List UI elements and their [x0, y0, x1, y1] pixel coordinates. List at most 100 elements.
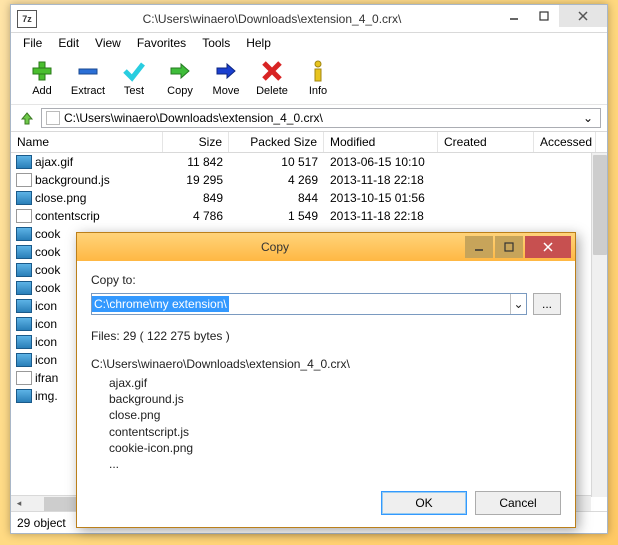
info-button[interactable]: Info	[295, 57, 341, 99]
image-file-icon	[16, 299, 32, 313]
file-name: close.png	[35, 191, 163, 205]
delete-label: Delete	[256, 85, 288, 97]
check-icon	[122, 59, 146, 83]
extract-label: Extract	[71, 85, 105, 97]
list-item: ajax.gif	[109, 375, 561, 391]
scroll-left-icon[interactable]: ◂	[11, 496, 27, 512]
info-label: Info	[309, 85, 327, 97]
file-name: ajax.gif	[35, 155, 163, 169]
file-size: 4 786	[163, 209, 229, 223]
table-row[interactable]: close.png8498442013-10-15 01:56	[11, 189, 607, 207]
file-modified: 2013-10-15 01:56	[324, 191, 438, 205]
menu-help[interactable]: Help	[238, 34, 279, 52]
file-listing: ajax.gifbackground.jsclose.pngcontentscr…	[91, 375, 561, 472]
image-file-icon	[16, 191, 32, 205]
list-item: contentscript.js	[109, 424, 561, 440]
scroll-thumb[interactable]	[593, 155, 607, 255]
maximize-button[interactable]	[529, 5, 559, 27]
image-file-icon	[16, 281, 32, 295]
copy-to-dropdown-icon[interactable]: ⌄	[510, 294, 526, 314]
cancel-button[interactable]: Cancel	[475, 491, 561, 515]
file-packed: 10 517	[229, 155, 324, 169]
image-file-icon	[16, 335, 32, 349]
col-accessed[interactable]: Accessed	[534, 132, 596, 152]
col-name[interactable]: Name	[11, 132, 163, 152]
file-size: 11 842	[163, 155, 229, 169]
col-packed[interactable]: Packed Size	[229, 132, 324, 152]
up-button[interactable]	[17, 108, 37, 128]
menu-tools[interactable]: Tools	[194, 34, 238, 52]
add-label: Add	[32, 85, 52, 97]
file-packed: 1 549	[229, 209, 324, 223]
minus-icon	[76, 59, 100, 83]
copy-dialog: Copy Copy to: C:\chrome\my extension\ ⌄ …	[76, 232, 576, 528]
copy-arrow-icon	[168, 59, 192, 83]
file-packed: 844	[229, 191, 324, 205]
path-dropdown-icon[interactable]: ⌄	[580, 111, 596, 125]
extract-button[interactable]: Extract	[65, 57, 111, 99]
menu-favorites[interactable]: Favorites	[129, 34, 194, 52]
dialog-close-button[interactable]	[525, 236, 571, 258]
move-label: Move	[213, 85, 240, 97]
script-file-icon	[16, 371, 32, 385]
x-icon	[260, 59, 284, 83]
ok-button[interactable]: OK	[381, 491, 467, 515]
list-item: background.js	[109, 391, 561, 407]
dialog-minimize-button[interactable]	[465, 236, 493, 258]
copy-to-label: Copy to:	[91, 273, 561, 287]
pathbar: C:\Users\winaero\Downloads\extension_4_0…	[11, 105, 607, 131]
toolbar: Add Extract Test Copy Move Delete Info	[11, 53, 607, 105]
image-file-icon	[16, 227, 32, 241]
list-item: close.png	[109, 407, 561, 423]
move-button[interactable]: Move	[203, 57, 249, 99]
file-name: background.js	[35, 173, 163, 187]
path-text: C:\Users\winaero\Downloads\extension_4_0…	[64, 111, 580, 125]
delete-button[interactable]: Delete	[249, 57, 295, 99]
window-title: C:\Users\winaero\Downloads\extension_4_0…	[45, 12, 499, 26]
col-created[interactable]: Created	[438, 132, 534, 152]
table-row[interactable]: ajax.gif11 84210 5172013-06-15 10:10	[11, 153, 607, 171]
file-packed: 4 269	[229, 173, 324, 187]
minimize-button[interactable]	[499, 5, 529, 27]
copy-to-value: C:\chrome\my extension\	[92, 296, 229, 312]
dialog-title: Copy	[87, 240, 463, 254]
copy-button[interactable]: Copy	[157, 57, 203, 99]
files-summary: Files: 29 ( 122 275 bytes )	[91, 329, 561, 343]
file-modified: 2013-11-18 22:18	[324, 173, 438, 187]
image-file-icon	[16, 389, 32, 403]
image-file-icon	[16, 317, 32, 331]
file-size: 19 295	[163, 173, 229, 187]
close-button[interactable]	[559, 5, 607, 27]
image-file-icon	[16, 353, 32, 367]
move-arrow-icon	[214, 59, 238, 83]
column-headers: Name Size Packed Size Modified Created A…	[11, 131, 607, 153]
table-row[interactable]: contentscrip4 7861 5492013-11-18 22:18	[11, 207, 607, 225]
file-modified: 2013-06-15 10:10	[324, 155, 438, 169]
source-path: C:\Users\winaero\Downloads\extension_4_0…	[91, 357, 561, 371]
image-file-icon	[16, 155, 32, 169]
plus-icon	[30, 59, 54, 83]
vertical-scrollbar[interactable]	[591, 153, 607, 497]
menubar: File Edit View Favorites Tools Help	[11, 33, 607, 53]
file-size: 849	[163, 191, 229, 205]
image-file-icon	[16, 263, 32, 277]
copy-to-input[interactable]: C:\chrome\my extension\ ⌄	[91, 293, 527, 315]
script-file-icon	[16, 173, 32, 187]
menu-view[interactable]: View	[87, 34, 129, 52]
script-file-icon	[16, 209, 32, 223]
dialog-titlebar[interactable]: Copy	[77, 233, 575, 261]
menu-edit[interactable]: Edit	[50, 34, 87, 52]
copy-label: Copy	[167, 85, 193, 97]
add-button[interactable]: Add	[19, 57, 65, 99]
dialog-maximize-button[interactable]	[495, 236, 523, 258]
col-modified[interactable]: Modified	[324, 132, 438, 152]
file-name: contentscrip	[35, 209, 163, 223]
titlebar[interactable]: 7z C:\Users\winaero\Downloads\extension_…	[11, 5, 607, 33]
test-label: Test	[124, 85, 144, 97]
menu-file[interactable]: File	[15, 34, 50, 52]
test-button[interactable]: Test	[111, 57, 157, 99]
table-row[interactable]: background.js19 2954 2692013-11-18 22:18	[11, 171, 607, 189]
browse-button[interactable]: ...	[533, 293, 561, 315]
col-size[interactable]: Size	[163, 132, 229, 152]
path-input[interactable]: C:\Users\winaero\Downloads\extension_4_0…	[41, 108, 601, 128]
